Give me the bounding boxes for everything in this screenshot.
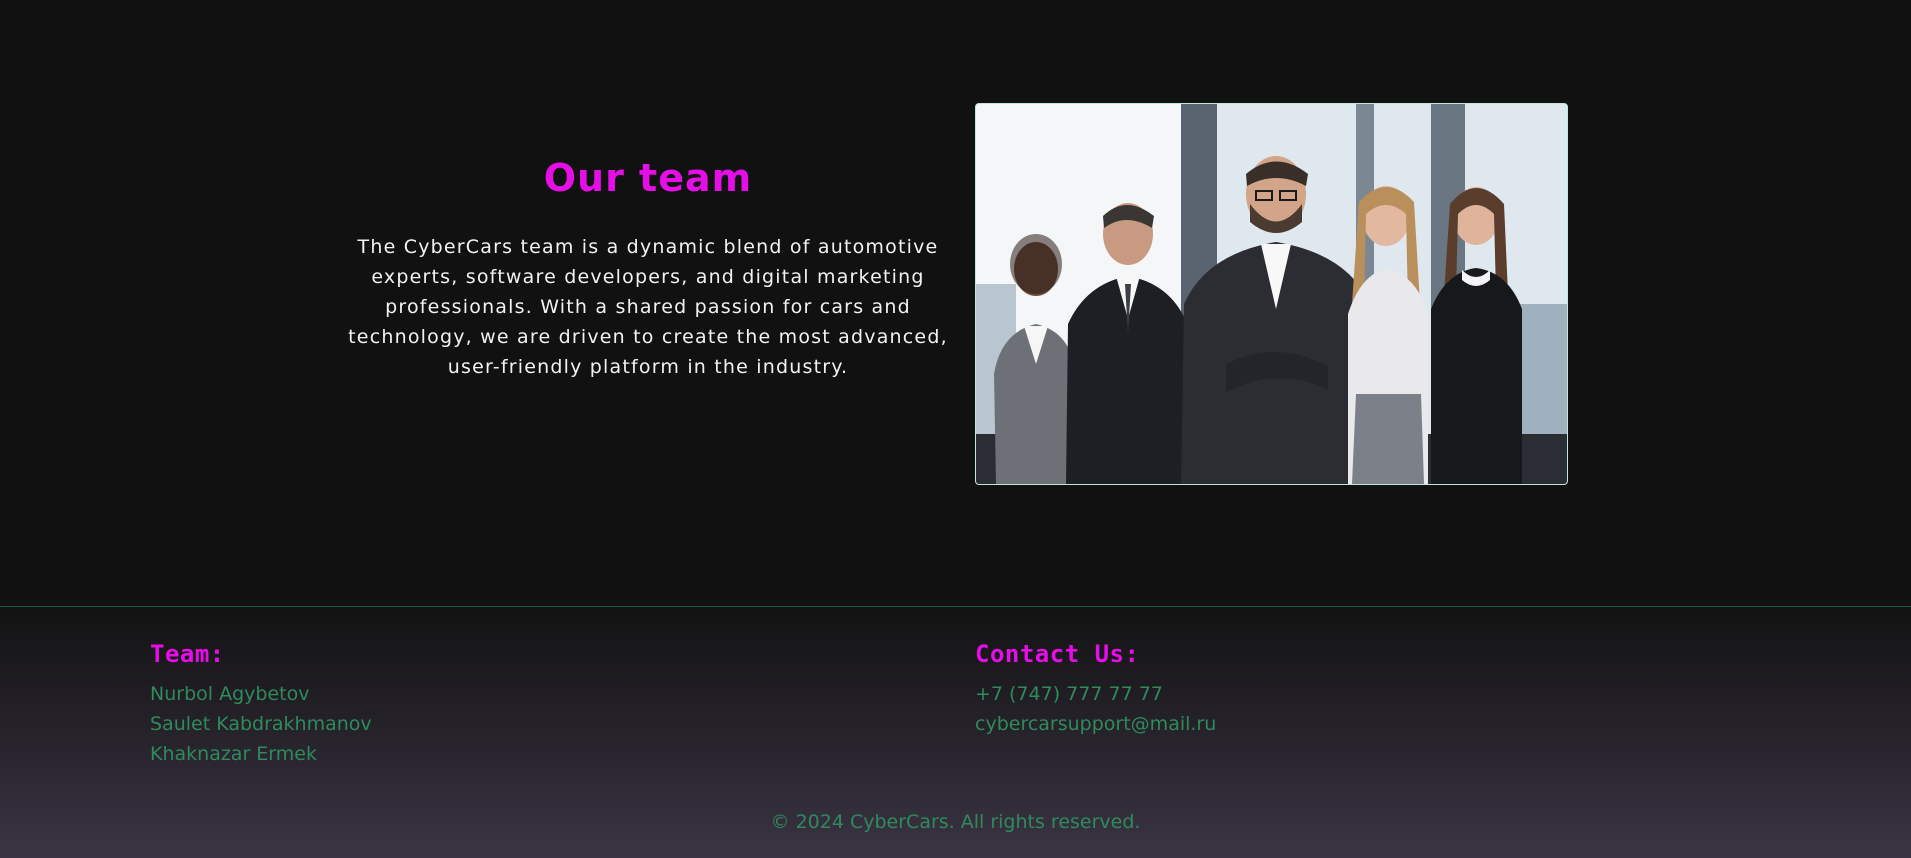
team-member-name: Nurbol Agybetov <box>150 683 310 705</box>
footer: Team: Nurbol Agybetov Saulet Kabdrakhman… <box>0 606 1911 858</box>
team-heading: Our team <box>543 156 753 200</box>
footer-contact-column: Contact Us: +7 (747) 777 77 77 cybercars… <box>975 637 1216 739</box>
team-description: The CyberCars team is a dynamic blend of… <box>348 236 948 378</box>
contact-email[interactable]: cybercarsupport@mail.ru <box>975 709 1216 739</box>
footer-team-heading: Team: <box>150 640 225 668</box>
footer-team-column: Team: Nurbol Agybetov Saulet Kabdrakhman… <box>150 637 372 769</box>
our-team-section: Our team The CyberCars team is a dynamic… <box>0 0 1911 606</box>
team-photo <box>975 103 1568 485</box>
team-member-name: Khaknazar Ermek <box>150 743 317 765</box>
page: Our team The CyberCars team is a dynamic… <box>0 0 1911 858</box>
contact-phone[interactable]: +7 (747) 777 77 77 <box>975 679 1216 709</box>
team-member-name: Saulet Kabdrakhmanov <box>150 713 372 735</box>
footer-contact-heading: Contact Us: <box>975 640 1140 668</box>
copyright-text: © 2024 CyberCars. All rights reserved. <box>770 811 1141 833</box>
team-text-block: Our team The CyberCars team is a dynamic… <box>348 150 948 382</box>
